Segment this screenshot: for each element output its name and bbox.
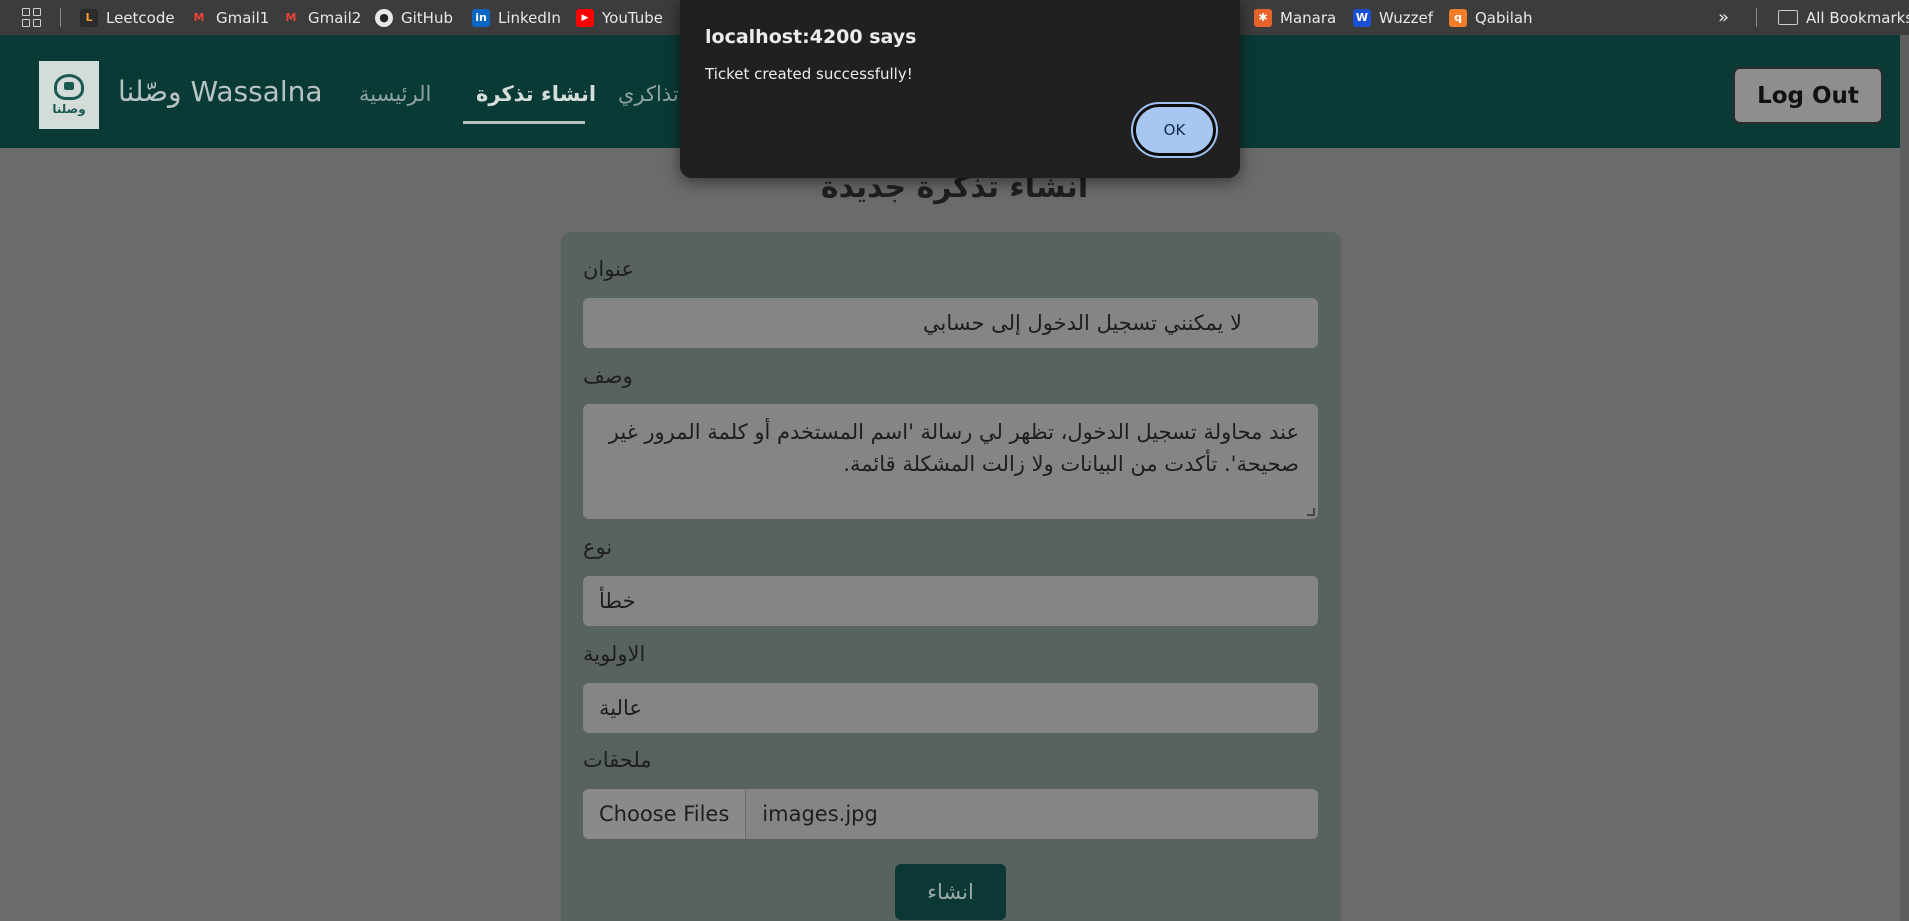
type-select[interactable]: خطأ: [583, 576, 1318, 626]
bookmark-manara[interactable]: ✱ Manara: [1254, 0, 1336, 35]
priority-select[interactable]: عالية: [583, 683, 1318, 733]
gmail-icon: M: [193, 11, 205, 24]
title-input[interactable]: لا يمكنني تسجيل الدخول إلى حسابي: [583, 298, 1318, 348]
type-value: خطأ: [599, 589, 636, 613]
bookmark-leetcode[interactable]: L Leetcode: [80, 0, 175, 35]
linkedin-icon: in: [472, 8, 490, 27]
attachments-label: ملحقات: [583, 748, 652, 772]
bookmark-qabilah[interactable]: q Qabilah: [1449, 0, 1533, 35]
bookmark-gmail2[interactable]: M Gmail2: [282, 0, 362, 35]
wuzzuf-icon: W: [1353, 8, 1371, 27]
ok-button[interactable]: OK: [1131, 102, 1218, 158]
bookmark-label: LinkedIn: [498, 8, 561, 27]
bookmark-label: Gmail2: [308, 8, 362, 27]
bookmark-label: YouTube: [602, 8, 663, 27]
bookmark-linkedin[interactable]: in LinkedIn: [472, 0, 561, 35]
bookmark-label: Qabilah: [1475, 8, 1533, 27]
bookmark-youtube[interactable]: ▶ YouTube: [576, 0, 663, 35]
logo-text: وصلنا: [52, 102, 86, 116]
bookmark-label: Gmail1: [216, 8, 270, 27]
type-label: نوع: [583, 535, 613, 559]
more-bookmarks-label: »: [1718, 7, 1730, 28]
manara-icon: ✱: [1254, 8, 1272, 27]
apps-grid-icon[interactable]: [22, 8, 41, 27]
nav-create-ticket[interactable]: انشاء تذكرة: [476, 82, 596, 106]
bookmark-github[interactable]: ● GitHub: [375, 0, 453, 35]
active-nav-underline: [463, 121, 585, 124]
description-value: عند محاولة تسجيل الدخول، تظهر لي رسالة '…: [608, 420, 1299, 476]
folder-icon: [1778, 10, 1798, 25]
choose-files-button[interactable]: Choose Files: [583, 789, 747, 839]
nav-home[interactable]: الرئيسية: [359, 82, 431, 106]
dialog-message: Ticket created successfully!: [705, 65, 913, 83]
bookmark-separator: [1756, 8, 1757, 27]
bookmark-label: Manara: [1280, 8, 1337, 27]
selected-file-name: images.jpg: [762, 802, 878, 826]
github-icon: ●: [375, 8, 393, 27]
dialog-title: localhost:4200 says: [705, 26, 917, 48]
title-value: لا يمكنني تسجيل الدخول إلى حسابي: [923, 311, 1243, 335]
bookmark-wuzzuf[interactable]: W Wuzzef: [1353, 0, 1433, 35]
nav-my-tickets[interactable]: تذاكري: [618, 82, 679, 106]
more-bookmarks-chevron-icon[interactable]: »: [1718, 0, 1729, 35]
bookmark-gmail1[interactable]: M Gmail1: [190, 0, 270, 35]
app-logo[interactable]: وصلنا: [39, 61, 99, 129]
description-textarea[interactable]: عند محاولة تسجيل الدخول، تظهر لي رسالة '…: [583, 404, 1318, 519]
resize-handle-icon[interactable]: [1307, 508, 1315, 516]
title-label: عنوان: [583, 257, 634, 281]
bookmark-label: Leetcode: [106, 8, 175, 27]
create-ticket-button[interactable]: انشاء: [895, 864, 1006, 920]
logout-button[interactable]: Log Out: [1733, 67, 1883, 124]
brand-name: وصّلنا Wassalna: [118, 75, 323, 108]
description-label: وصف: [583, 364, 633, 388]
bookmark-separator: [60, 8, 61, 27]
youtube-icon: ▶: [576, 8, 594, 27]
priority-value: عالية: [599, 696, 642, 720]
gmail-icon: M: [285, 11, 297, 24]
bookmark-label: GitHub: [401, 8, 453, 27]
all-bookmarks-label: All Bookmarks: [1806, 8, 1909, 27]
alert-dialog: localhost:4200 says Ticket created succe…: [680, 0, 1240, 178]
page-scrollbar[interactable]: [1900, 35, 1909, 921]
leetcode-icon: L: [80, 8, 98, 27]
attachments-file-input[interactable]: Choose Files images.jpg: [583, 789, 1318, 839]
all-bookmarks-button[interactable]: All Bookmarks: [1778, 0, 1909, 35]
priority-label: الاولوية: [583, 642, 646, 666]
bookmark-label: Wuzzef: [1379, 8, 1434, 27]
qabilah-icon: q: [1449, 8, 1467, 27]
support-headset-icon: [54, 74, 84, 100]
